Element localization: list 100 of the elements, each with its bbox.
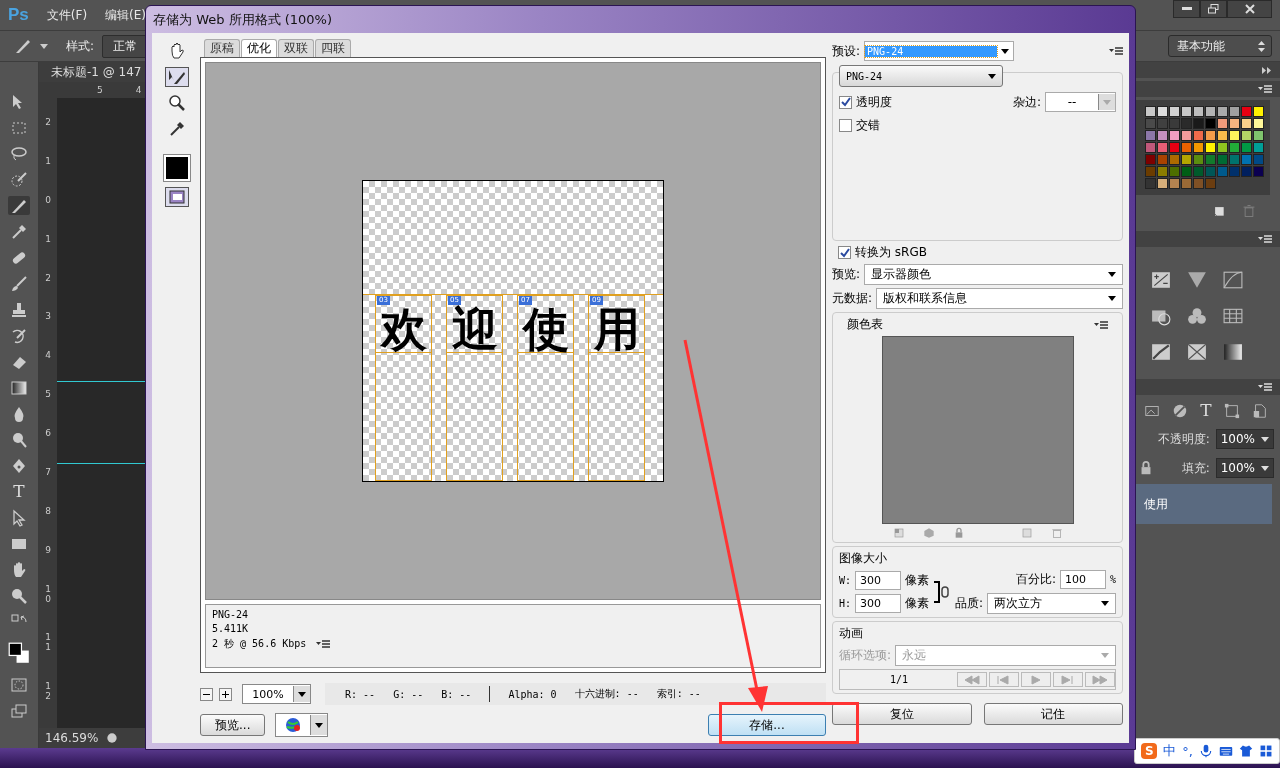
zoom-out-button[interactable] xyxy=(200,687,213,701)
save-button[interactable]: 存储... xyxy=(708,714,826,736)
color-swatch[interactable] xyxy=(1169,154,1180,165)
color-swatch[interactable] xyxy=(1253,142,1264,153)
color-swatch[interactable] xyxy=(1169,118,1180,129)
grid-icon[interactable] xyxy=(1222,306,1244,326)
color-swatch[interactable] xyxy=(1253,106,1264,117)
new-swatch-icon[interactable] xyxy=(1212,204,1226,218)
color-swatch[interactable] xyxy=(1193,118,1204,129)
gradient-icon[interactable] xyxy=(10,378,28,397)
browser-select[interactable] xyxy=(275,713,329,737)
color-swatch[interactable] xyxy=(1253,154,1264,165)
slice-knife-icon[interactable] xyxy=(14,37,32,55)
color-swatch[interactable] xyxy=(1205,142,1216,153)
history-brush-icon[interactable] xyxy=(10,326,28,345)
color-swatch[interactable] xyxy=(1241,166,1252,177)
collapse-icon[interactable] xyxy=(1262,66,1272,74)
remember-button[interactable]: 记住 xyxy=(983,703,1123,725)
threshold-icon[interactable] xyxy=(1150,342,1172,362)
color-swatch[interactable] xyxy=(1253,130,1264,141)
color-swatch[interactable] xyxy=(1217,130,1228,141)
zoom-icon[interactable] xyxy=(10,586,28,605)
color-swatch[interactable] xyxy=(1169,166,1180,177)
color-swatch[interactable] xyxy=(1193,166,1204,177)
exposure-icon[interactable] xyxy=(1150,270,1172,290)
opacity-field[interactable]: 100% xyxy=(1215,429,1274,449)
view-tab[interactable]: 双联 xyxy=(278,39,314,57)
reset-button[interactable]: 复位 xyxy=(832,703,972,725)
color-swatch[interactable] xyxy=(1181,142,1192,153)
color-swatch[interactable] xyxy=(1157,142,1168,153)
type-tool[interactable]: T xyxy=(13,482,25,501)
view-tab[interactable]: 优化 xyxy=(241,39,277,57)
color-swatch[interactable] xyxy=(1169,106,1180,117)
color-swatch[interactable] xyxy=(1205,154,1216,165)
zoom-in-button[interactable] xyxy=(219,687,232,701)
color-swatch[interactable] xyxy=(1253,166,1264,177)
matte-select[interactable]: -- xyxy=(1045,92,1116,112)
color-swatch[interactable] xyxy=(1145,154,1156,165)
view-tab[interactable]: 原稿 xyxy=(204,39,240,57)
type-filter[interactable]: T xyxy=(1200,401,1212,420)
color-swatch[interactable] xyxy=(1181,106,1192,117)
ime-mode[interactable]: 中 xyxy=(1163,742,1177,760)
screen-mode-icon[interactable] xyxy=(10,701,28,720)
color-swatch[interactable] xyxy=(1193,130,1204,141)
stamp-icon[interactable] xyxy=(10,300,28,319)
color-swatch[interactable] xyxy=(1217,106,1228,117)
microphone-icon[interactable] xyxy=(1199,744,1213,758)
color-swatch[interactable] xyxy=(1217,118,1228,129)
toggle-slices-button[interactable] xyxy=(165,187,189,207)
panel-menu-icon[interactable] xyxy=(1094,320,1108,329)
metadata-select[interactable]: 版权和联系信息 xyxy=(876,288,1123,309)
panel-menu-icon[interactable] xyxy=(1109,47,1123,55)
color-swatch[interactable] xyxy=(1229,154,1240,165)
selective-color-icon[interactable] xyxy=(1186,342,1208,362)
color-swatch[interactable] xyxy=(1217,142,1228,153)
new-color-icon[interactable] xyxy=(1020,527,1033,539)
smart-object-filter-icon[interactable] xyxy=(1251,402,1268,419)
view-tab[interactable]: 四联 xyxy=(315,39,351,57)
workspace-select[interactable]: 基本功能 xyxy=(1168,35,1272,57)
color-swatch[interactable] xyxy=(1229,166,1240,177)
keyboard-icon[interactable] xyxy=(1219,744,1233,758)
shirt-icon[interactable] xyxy=(1239,744,1253,758)
slice-select-button[interactable] xyxy=(165,67,189,87)
color-swatch[interactable] xyxy=(1157,154,1168,165)
color-swatch[interactable] xyxy=(1193,142,1204,153)
color-swatch[interactable] xyxy=(1169,130,1180,141)
color-swatch[interactable] xyxy=(1145,142,1156,153)
color-swatch[interactable] xyxy=(1169,142,1180,153)
fill-field[interactable]: 100% xyxy=(1215,458,1274,478)
color-swatch[interactable] xyxy=(1145,178,1156,189)
color-swatch[interactable] xyxy=(1217,154,1228,165)
color-swatch[interactable] xyxy=(1181,178,1192,189)
panel-menu-icon[interactable] xyxy=(1258,383,1272,391)
color-swatch[interactable] xyxy=(1229,142,1240,153)
color-swatch[interactable] xyxy=(1241,130,1252,141)
menu-item[interactable]: 编辑(E) xyxy=(105,6,146,24)
color-swatch[interactable] xyxy=(1241,154,1252,165)
color-swatch[interactable] xyxy=(1157,178,1168,189)
menu-item[interactable]: 文件(F) xyxy=(46,6,88,24)
checkbox[interactable] xyxy=(839,95,852,109)
gradient-map-icon[interactable] xyxy=(1222,342,1244,362)
color-swatch[interactable] xyxy=(1193,106,1204,117)
panel-menu-icon[interactable] xyxy=(1258,85,1272,93)
preview-button[interactable]: 预览... xyxy=(200,714,266,736)
preview-select[interactable]: 显示器颜色 xyxy=(864,264,1123,285)
curves-icon[interactable] xyxy=(1222,270,1244,290)
color-swatch[interactable] xyxy=(1157,118,1168,129)
brush-icon[interactable] xyxy=(10,274,28,293)
color-swatch[interactable] xyxy=(1229,130,1240,141)
color-swatch[interactable] xyxy=(1157,130,1168,141)
color-swatch[interactable] xyxy=(1217,166,1228,177)
grid-icon[interactable] xyxy=(1259,744,1273,758)
color-swatch[interactable] xyxy=(1181,166,1192,177)
color-swatch[interactable] xyxy=(1145,130,1156,141)
zoom-select[interactable]: 100% xyxy=(242,684,311,704)
color-swatch[interactable] xyxy=(1253,118,1264,129)
color-swatch[interactable] xyxy=(1193,154,1204,165)
minimize-button[interactable] xyxy=(1173,0,1200,18)
color-swatch[interactable] xyxy=(1205,106,1216,117)
color-swatch[interactable] xyxy=(1181,154,1192,165)
